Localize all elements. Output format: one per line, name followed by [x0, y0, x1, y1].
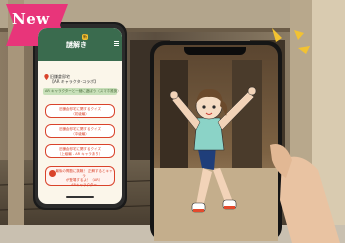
- quiz-button-line2: （初級編）: [71, 111, 89, 116]
- app-logo-badge: 新: [82, 34, 88, 40]
- quiz-button-line3: ARキャラクター: [71, 182, 97, 187]
- photo-scene: New 謎解き 新 旧鎌倉邸宅 【AR キャラクタ-コラボ】 AR キャラクター…: [0, 0, 345, 243]
- quiz-button-beginner[interactable]: 旧鎌倉邸宅に関するクイズ （初級編）: [45, 104, 115, 118]
- quiz-button-line1: 最後の問題に挑戦！ 正解するとキャラ: [55, 169, 113, 178]
- quiz-button-final[interactable]: 最後の問題に挑戦！ 正解するとキャラ が登場するよ！（AR） ARキャラクター: [45, 166, 115, 187]
- quiz-button-intermediate[interactable]: 旧鎌倉邸宅に関するクイズ （中級編）: [45, 124, 115, 138]
- quiz-button-line2: （上級編 - AR キャラあり）: [57, 151, 103, 156]
- home-indicator: [66, 196, 94, 198]
- quiz-app-screen: 謎解き 新 旧鎌倉邸宅 【AR キャラクタ-コラボ】 AR キャラクターと一緒に…: [38, 28, 122, 204]
- quiz-button-line2: （中級編）: [71, 131, 89, 136]
- pin-icon: [44, 74, 49, 80]
- new-badge-label: New: [12, 10, 50, 28]
- right-phone-notch: [184, 47, 246, 55]
- menu-icon[interactable]: [114, 41, 119, 46]
- area-title: 旧鎌倉邸宅 【AR キャラクタ-コラボ】: [50, 74, 98, 84]
- info-bar-text: AR キャラクターと一緒に遊ぼう（スマホ推奨）: [45, 89, 121, 93]
- area-sublabel: 【AR キャラクタ-コラボ】: [50, 79, 99, 84]
- quiz-button-advanced[interactable]: 旧鎌倉邸宅に関するクイズ （上級編 - AR キャラあり）: [45, 144, 115, 158]
- app-logo: 謎解き: [66, 41, 87, 49]
